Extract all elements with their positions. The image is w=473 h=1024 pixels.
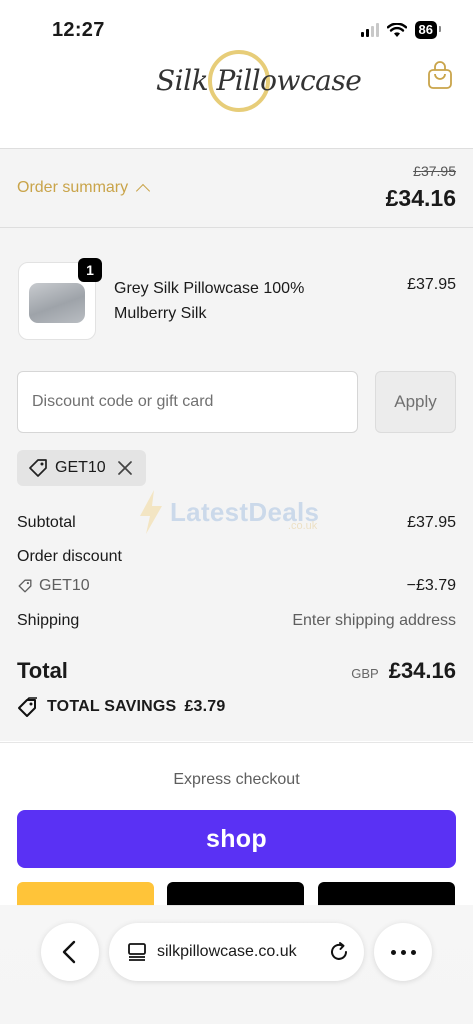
summary-total: £34.16 <box>385 185 456 211</box>
total-currency: GBP <box>351 666 379 681</box>
applied-discount-code: GET10 <box>55 459 106 476</box>
order-discount-label: Order discount <box>17 548 122 565</box>
subtotal-value: £37.95 <box>407 514 456 531</box>
total-value: £34.16 <box>388 658 456 683</box>
order-summary-bar[interactable]: Order summary £37.95 £34.16 <box>0 148 473 228</box>
reload-icon[interactable] <box>328 941 350 963</box>
tag-icon <box>18 579 32 593</box>
logo-text: Silk Pillowcase <box>156 64 362 97</box>
order-summary-toggle[interactable]: Order summary <box>17 179 151 199</box>
discount-code-input[interactable] <box>17 371 358 433</box>
quantity-badge: 1 <box>78 258 102 282</box>
total-amount: GBP £34.16 <box>351 658 456 684</box>
more-dot <box>400 949 406 955</box>
discount-code-line: GET10 <box>17 577 90 595</box>
subtotal-label: Subtotal <box>17 514 76 531</box>
order-discount-row: Order discount <box>17 548 456 566</box>
discount-code-name: GET10 <box>39 577 90 594</box>
more-options-button[interactable] <box>374 923 432 981</box>
savings-label: TOTAL SAVINGS <box>47 698 177 715</box>
total-savings: TOTAL SAVINGS £3.79 <box>17 696 225 718</box>
paypal-button[interactable] <box>17 882 154 906</box>
order-summary-label: Order summary <box>17 179 129 196</box>
store-header: Silk Pillowcase <box>0 40 473 148</box>
status-icons: 86 <box>360 21 442 39</box>
shop-pay-button[interactable]: shop <box>17 810 456 868</box>
pillowcase-image <box>29 283 85 323</box>
battery-indicator: 86 <box>414 21 442 39</box>
google-pay-button[interactable] <box>318 882 455 906</box>
wifi-icon <box>386 22 407 37</box>
subtotal-row: Subtotal £37.95 <box>17 514 456 532</box>
apply-button[interactable]: Apply <box>375 371 456 433</box>
discount-code-row: GET10 −£3.79 <box>17 577 456 595</box>
more-dot <box>390 949 396 955</box>
order-summary-panel: 1 Grey Silk Pillowcase 100% Mulberry Sil… <box>0 228 473 741</box>
cellular-signal-icon <box>360 23 379 37</box>
url-text: silkpillowcase.co.uk <box>157 943 297 960</box>
shipping-label: Shipping <box>17 612 80 629</box>
store-logo[interactable]: Silk Pillowcase <box>150 50 362 112</box>
remove-discount-icon[interactable] <box>116 459 134 477</box>
discount-amount: −£3.79 <box>406 577 456 594</box>
shipping-value: Enter shipping address <box>292 612 456 629</box>
shipping-row: Shipping Enter shipping address <box>17 612 456 630</box>
more-dot <box>410 949 416 955</box>
payment-buttons-row <box>17 882 456 906</box>
chevron-up-icon <box>136 183 151 199</box>
tag-icon <box>29 459 47 477</box>
product-name: Grey Silk Pillowcase 100% Mulberry Silk <box>114 280 305 322</box>
back-button[interactable] <box>41 923 99 981</box>
shopping-bag-icon[interactable] <box>427 60 453 90</box>
original-total: £37.95 <box>413 163 456 179</box>
total-label: Total <box>17 658 68 683</box>
chevron-left-icon <box>62 940 76 964</box>
apple-pay-button[interactable] <box>167 882 304 906</box>
applied-discount-chip: GET10 <box>17 450 146 486</box>
express-checkout-title: Express checkout <box>173 771 300 788</box>
browser-toolbar: silkpillowcase.co.uk <box>0 905 473 1024</box>
savings-tag-icon <box>18 697 37 717</box>
savings-value: £3.79 <box>184 698 226 715</box>
page-menu-icon[interactable] <box>127 942 147 962</box>
status-time: 12:27 <box>52 19 105 41</box>
address-bar[interactable]: silkpillowcase.co.uk <box>109 923 364 981</box>
product-price: £37.95 <box>407 276 456 293</box>
